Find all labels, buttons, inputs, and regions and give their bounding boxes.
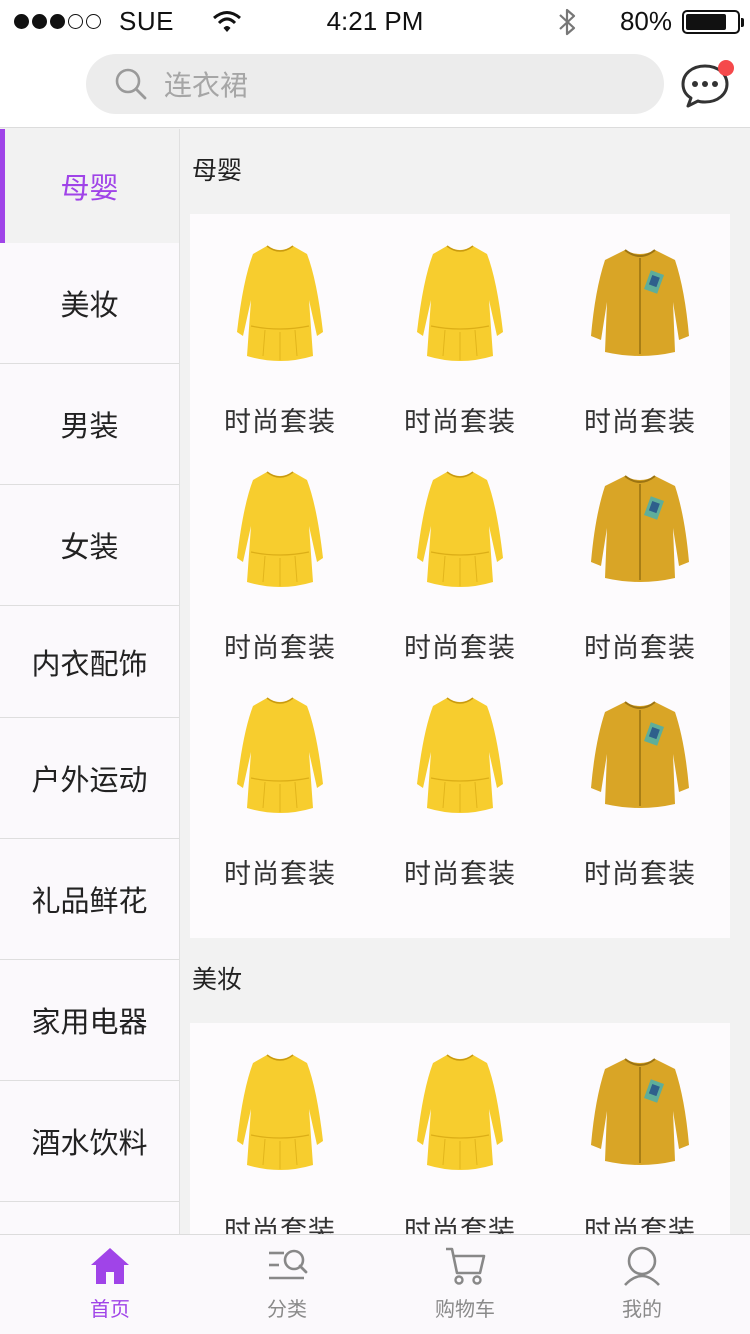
header: 连衣裙 (0, 42, 750, 128)
battery-level (686, 13, 726, 30)
category-search-icon (269, 1249, 308, 1280)
product-label: 时尚套装 (224, 407, 336, 437)
sidebar-item[interactable]: 男装 (0, 364, 179, 485)
sidebar-item-label: 内衣配饰 (31, 648, 148, 681)
product-card[interactable]: 时尚套装 (370, 240, 550, 466)
status-bar: SUE 4:21 PM 80% (0, 0, 750, 42)
search-icon (115, 68, 147, 100)
product-label: 时尚套装 (584, 633, 696, 663)
product-label: 时尚套装 (404, 633, 516, 663)
search-input[interactable]: 连衣裙 (86, 54, 664, 114)
product-card[interactable]: 时尚套装 (370, 692, 550, 918)
jacket-image (591, 249, 689, 356)
tab-label: 首页 (90, 1299, 130, 1321)
product-label: 时尚套装 (224, 859, 336, 889)
tab-profile[interactable]: 我的 (587, 1245, 697, 1322)
dress-image (417, 471, 503, 587)
product-grid: 时尚套装 时尚套装 时尚套装 (190, 1023, 730, 1234)
section-title: 美妆 (192, 966, 243, 994)
bluetooth-icon (559, 8, 576, 35)
dress-image (237, 245, 323, 361)
product-grid: 时尚套装 时尚套装 时尚套装 时尚套装 时尚套装 时尚套装 时尚套装 时尚套装 时尚套装 (190, 214, 730, 938)
sidebar-item[interactable]: 家用电器 (0, 960, 179, 1081)
sidebar-item-label: 美妆 (60, 290, 119, 322)
jacket-image (591, 475, 689, 582)
sidebar-item[interactable]: 美妆 (0, 243, 179, 364)
dress-image (237, 697, 323, 813)
jacket-image (591, 1058, 689, 1165)
sidebar-item-label: 酒水饮料 (31, 1128, 148, 1160)
product-label: 时尚套装 (224, 1216, 336, 1234)
tab-category[interactable]: 分类 (232, 1245, 342, 1322)
sidebar-item[interactable]: 内衣配饰 (0, 606, 179, 718)
notification-dot (718, 60, 734, 76)
product-label: 时尚套装 (404, 859, 516, 889)
product-card[interactable]: 时尚套装 (190, 466, 370, 692)
sidebar-item[interactable]: 户外运动 (0, 718, 179, 839)
product-card[interactable]: 时尚套装 (550, 1049, 730, 1234)
tab-bar: 首页 分类 购物车 我的 (0, 1234, 750, 1334)
dress-image (237, 1054, 323, 1170)
product-card[interactable]: 时尚套装 (370, 466, 550, 692)
product-label: 时尚套装 (224, 633, 336, 663)
product-card[interactable]: 时尚套装 (190, 692, 370, 918)
sidebar-item-label: 男装 (60, 411, 119, 443)
product-label: 时尚套装 (584, 1216, 696, 1234)
product-card[interactable]: 时尚套装 (550, 692, 730, 918)
category-sidebar: 母婴 美妆 男装 女装 内衣配饰 户外运动 礼品鲜花 家用电器 酒水饮料 (0, 129, 180, 1234)
jacket-image (591, 701, 689, 808)
tab-label: 分类 (267, 1299, 307, 1321)
product-content: 母婴 时尚套装 时尚套装 时尚套装 时尚套装 时尚套装 时尚套装 时尚套装 时尚套装 时尚套装 美妆… (190, 129, 730, 1234)
sidebar-item[interactable]: 女装 (0, 485, 179, 606)
sidebar-item-label: 母婴 (60, 173, 119, 205)
battery-percent: 80% (619, 6, 672, 36)
sidebar-item[interactable]: 酒水饮料 (0, 1081, 179, 1202)
product-label: 时尚套装 (404, 1216, 516, 1234)
dress-image (417, 1054, 503, 1170)
sidebar-item[interactable] (0, 1202, 179, 1234)
sidebar-item-label: 户外运动 (31, 765, 148, 797)
product-card[interactable]: 时尚套装 (190, 1049, 370, 1234)
dress-image (417, 697, 503, 813)
product-label: 时尚套装 (584, 859, 696, 889)
product-label: 时尚套装 (404, 407, 516, 437)
tab-label: 我的 (622, 1299, 662, 1321)
product-card[interactable]: 时尚套装 (550, 240, 730, 466)
dress-image (237, 471, 323, 587)
sidebar-item[interactable]: 礼品鲜花 (0, 839, 179, 960)
section-title: 母婴 (192, 157, 243, 185)
battery-icon (682, 9, 744, 34)
product-label: 时尚套装 (584, 407, 696, 437)
search-placeholder: 连衣裙 (164, 70, 249, 101)
sidebar-item-label: 家用电器 (31, 1007, 148, 1039)
sidebar-item-label: 女装 (60, 532, 119, 564)
tab-home[interactable]: 首页 (55, 1245, 165, 1322)
product-card[interactable]: 时尚套装 (370, 1049, 550, 1234)
cart-icon (446, 1247, 486, 1285)
product-card[interactable]: 时尚套装 (550, 466, 730, 692)
messages-button[interactable] (680, 60, 734, 110)
status-right: 80% (556, 6, 744, 37)
home-icon (91, 1248, 129, 1284)
product-card[interactable]: 时尚套装 (190, 240, 370, 466)
tab-cart[interactable]: 购物车 (410, 1245, 520, 1322)
tab-label: 购物车 (435, 1299, 495, 1321)
sidebar-item-label: 礼品鲜花 (31, 886, 148, 918)
user-icon (624, 1246, 660, 1286)
sidebar-item[interactable]: 母婴 (0, 129, 179, 243)
dress-image (417, 245, 503, 361)
